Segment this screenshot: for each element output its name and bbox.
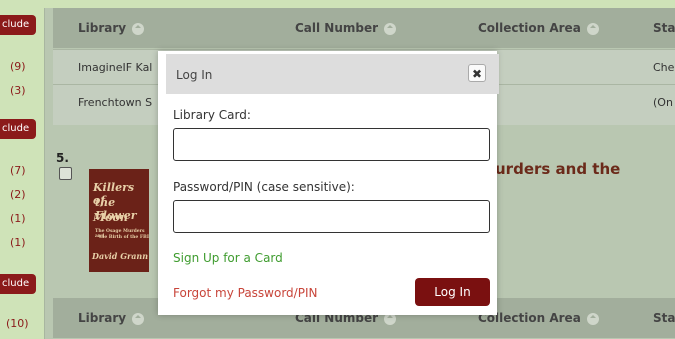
sort-icon[interactable]: [586, 22, 599, 35]
login-dialog: Log In ✖ Library Card: Password/PIN (cas…: [158, 51, 499, 315]
dialog-header: Log In ✖: [166, 54, 499, 94]
status-cell: (On: [653, 96, 673, 109]
dialog-title: Log In: [176, 68, 213, 82]
library-card-input[interactable]: [173, 128, 490, 161]
sort-icon[interactable]: [586, 312, 599, 325]
facet-count[interactable]: (9): [10, 60, 26, 73]
library-cell: Frenchtown S: [78, 96, 153, 109]
select-result-checkbox[interactable]: [59, 167, 72, 180]
column-header-collection-area[interactable]: Collection Area: [478, 8, 599, 48]
column-header-library[interactable]: Library: [78, 8, 145, 48]
login-button[interactable]: Log In: [415, 278, 490, 306]
column-header-status[interactable]: Stat: [653, 298, 675, 338]
page-background: clude (9) (3) clude (7) (2) (1) (1) clud…: [0, 0, 675, 339]
signup-link[interactable]: Sign Up for a Card: [173, 251, 283, 265]
library-cell: ImagineIF Kal: [78, 61, 153, 74]
result-number: 5.: [56, 151, 69, 165]
pin-label: Password/PIN (case sensitive):: [173, 180, 355, 194]
include-button[interactable]: clude: [0, 15, 36, 35]
column-header-library[interactable]: Library: [78, 298, 145, 338]
include-button[interactable]: clude: [0, 274, 36, 294]
facet-count[interactable]: (7): [10, 164, 26, 177]
holdings-table-header: Library Call Number Collection Area Stat: [53, 8, 675, 48]
close-icon[interactable]: ✖: [468, 64, 486, 82]
sort-icon[interactable]: [132, 312, 145, 325]
facet-count[interactable]: (1): [10, 212, 26, 225]
forgot-pin-link[interactable]: Forgot my Password/PIN: [173, 286, 317, 300]
column-header-call-number[interactable]: Call Number: [295, 8, 397, 48]
pin-input[interactable]: [173, 200, 490, 233]
sort-icon[interactable]: [132, 22, 145, 35]
library-card-label: Library Card:: [173, 108, 251, 122]
facet-count[interactable]: (10): [6, 317, 29, 330]
facet-count[interactable]: (3): [10, 84, 26, 97]
facet-column: clude (9) (3) clude (7) (2) (1) (1) clud…: [0, 0, 44, 339]
book-cover-image[interactable]: Killers of the Flower Moon The Osage Mur…: [89, 169, 149, 272]
status-cell: Chec: [653, 61, 675, 74]
facet-count[interactable]: (2): [10, 188, 26, 201]
facet-count[interactable]: (1): [10, 236, 26, 249]
sort-icon[interactable]: [384, 22, 397, 35]
column-header-status[interactable]: Stat: [653, 8, 675, 48]
result-title[interactable]: urders and the: [495, 160, 620, 178]
include-button[interactable]: clude: [0, 119, 36, 139]
